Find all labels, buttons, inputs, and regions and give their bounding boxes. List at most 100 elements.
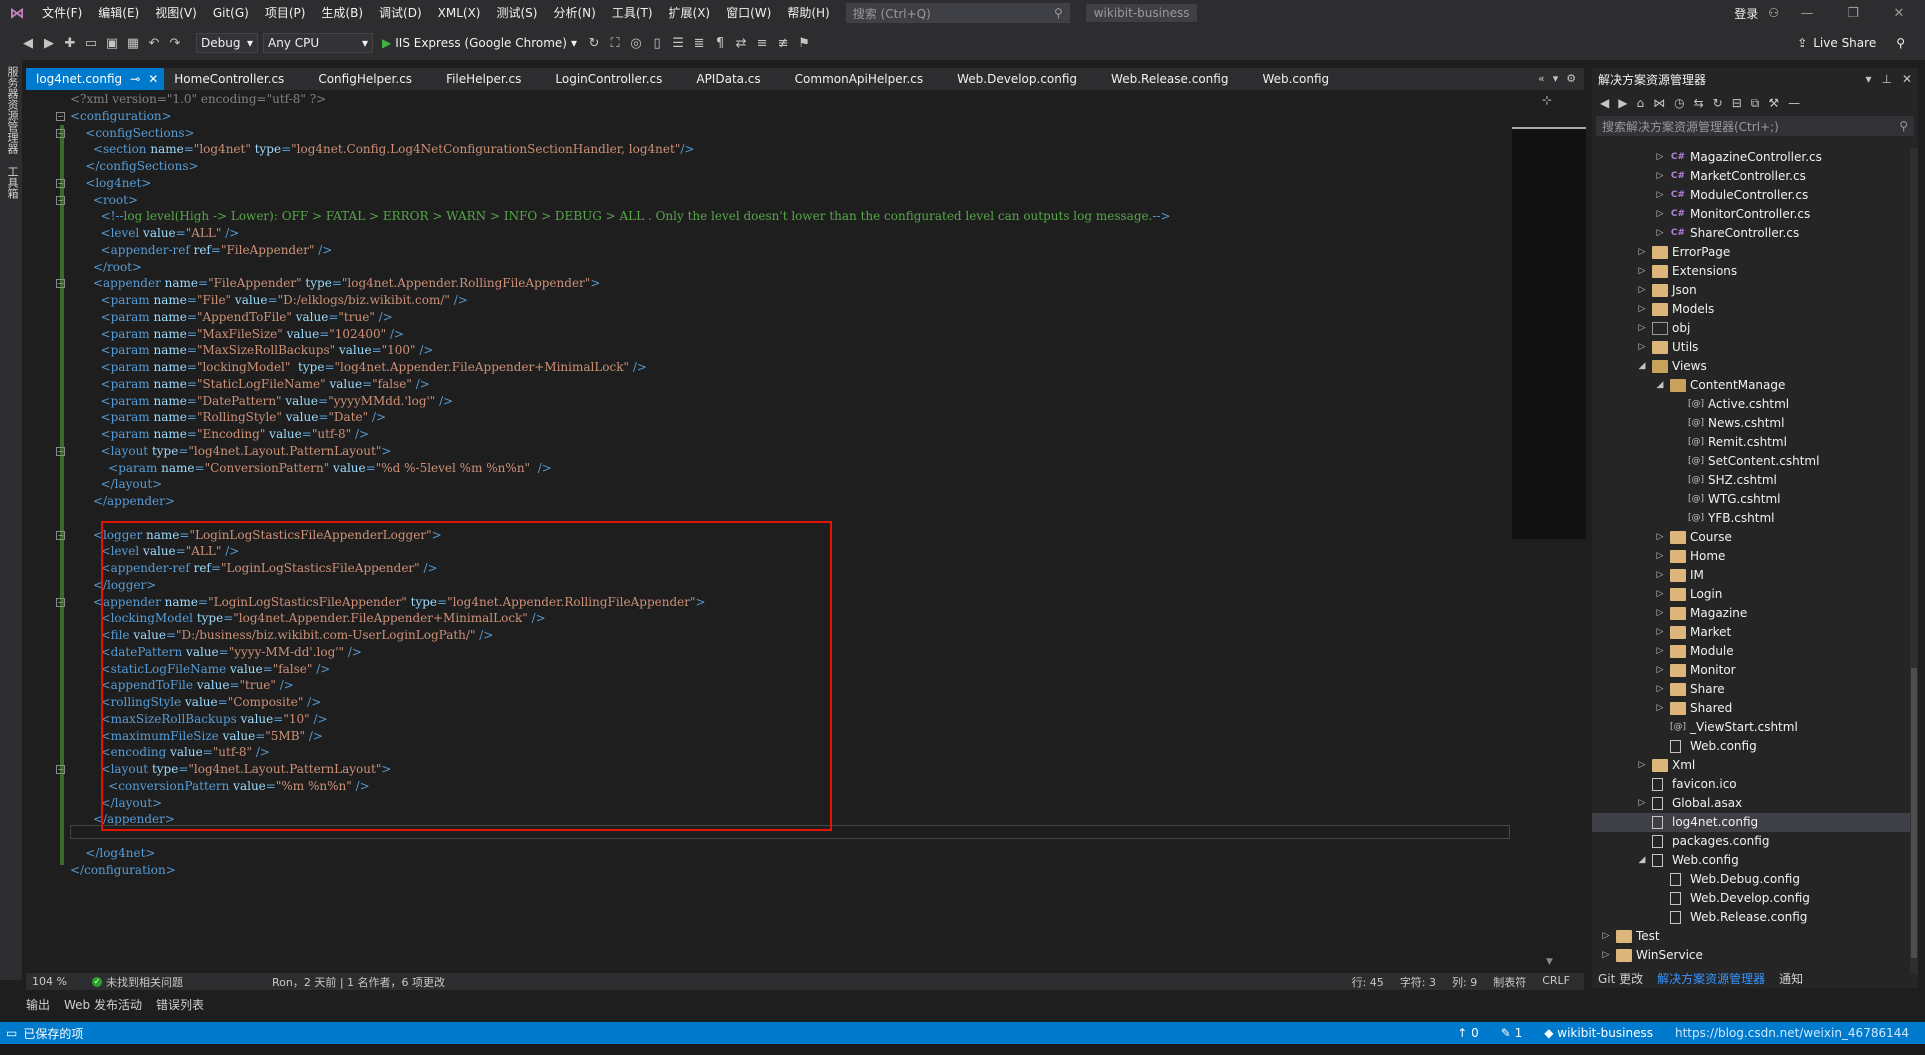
- collapsed-arrow-icon[interactable]: ▷: [1654, 148, 1666, 167]
- tree-item[interactable]: ▷ Extensions: [1592, 262, 1910, 281]
- tree-item[interactable]: ▷ Models: [1592, 300, 1910, 319]
- solution-scrollbar[interactable]: [1910, 148, 1918, 974]
- collapsed-arrow-icon[interactable]: ▷: [1636, 319, 1648, 338]
- push-indicator[interactable]: ↑ 0: [1457, 1026, 1479, 1040]
- collapsed-arrow-icon[interactable]: ▷: [1636, 300, 1648, 319]
- collapsed-arrow-icon[interactable]: ▷: [1654, 604, 1666, 623]
- tree-item[interactable]: [@] SHZ.cshtml: [1592, 471, 1910, 490]
- tab-list-icon[interactable]: ▾: [1553, 72, 1559, 85]
- uncomment-icon[interactable]: ≢: [775, 35, 791, 51]
- tree-item[interactable]: ▷ obj: [1592, 319, 1910, 338]
- fold-toggle-icon[interactable]: −: [56, 195, 65, 205]
- tree-item[interactable]: ▷ Monitor: [1592, 661, 1910, 680]
- tree-item[interactable]: ▷ Share: [1592, 680, 1910, 699]
- undo-icon[interactable]: ↶: [146, 35, 162, 51]
- close-icon[interactable]: ✕: [1902, 72, 1912, 86]
- platform-dropdown[interactable]: Any CPU ▾: [263, 33, 373, 53]
- fold-toggle-icon[interactable]: −: [56, 530, 65, 540]
- format-icon[interactable]: ¶: [712, 35, 728, 51]
- scrollbar-thumb[interactable]: [1911, 668, 1917, 958]
- tree-item[interactable]: ◢ ContentManage: [1592, 376, 1910, 395]
- changes-indicator[interactable]: ✎ 1: [1501, 1026, 1523, 1040]
- collapsed-arrow-icon[interactable]: ▷: [1654, 623, 1666, 642]
- sync-icon[interactable]: ⇆: [1694, 96, 1704, 110]
- tree-item[interactable]: Web.config: [1592, 737, 1910, 756]
- zoom-level[interactable]: 104 %: [26, 975, 92, 988]
- run-button[interactable]: ▶ IIS Express (Google Chrome) ▾: [378, 36, 581, 50]
- collapse-all-icon[interactable]: ⊟: [1732, 96, 1742, 110]
- tab-notifications[interactable]: 通知: [1779, 970, 1803, 988]
- collapsed-arrow-icon[interactable]: ▷: [1636, 243, 1648, 262]
- collapsed-arrow-icon[interactable]: ▷: [1654, 205, 1666, 224]
- redo-icon[interactable]: ↷: [167, 35, 183, 51]
- tree-item[interactable]: ▷ C# MagazineController.cs: [1592, 148, 1910, 167]
- tree-item[interactable]: ▷ Xml: [1592, 756, 1910, 775]
- refresh-icon[interactable]: ↻: [586, 35, 602, 51]
- bookmark-icon[interactable]: ⚑: [796, 35, 812, 51]
- tree-item[interactable]: ▷ Module: [1592, 642, 1910, 661]
- menu-item[interactable]: 文件(F): [34, 0, 90, 26]
- expanded-arrow-icon[interactable]: ◢: [1636, 851, 1648, 870]
- menu-item[interactable]: 生成(B): [313, 0, 371, 26]
- menu-item[interactable]: 工具(T): [604, 0, 661, 26]
- menu-item[interactable]: 扩展(X): [661, 0, 719, 26]
- tab-solution-explorer[interactable]: 解决方案资源管理器: [1657, 970, 1765, 988]
- collapsed-arrow-icon[interactable]: ▷: [1600, 927, 1612, 946]
- menu-item[interactable]: XML(X): [430, 0, 489, 26]
- tree-item[interactable]: ▷ Login: [1592, 585, 1910, 604]
- tree-item[interactable]: ▷ C# ModuleController.cs: [1592, 186, 1910, 205]
- user-icon[interactable]: ⚇: [1768, 6, 1779, 20]
- tree-item[interactable]: [@] Active.cshtml: [1592, 395, 1910, 414]
- menu-item[interactable]: 窗口(W): [718, 0, 779, 26]
- collapsed-arrow-icon[interactable]: ▷: [1636, 262, 1648, 281]
- tab-document[interactable]: LoginController.cs: [545, 68, 686, 90]
- tree-item[interactable]: Web.Release.config: [1592, 908, 1910, 927]
- menu-item[interactable]: 调试(D): [371, 0, 430, 26]
- tree-item[interactable]: ▷ C# MarketController.cs: [1592, 167, 1910, 186]
- configuration-dropdown[interactable]: Debug ▾: [196, 33, 258, 53]
- gear-icon[interactable]: ⚙: [1566, 72, 1576, 85]
- tree-item[interactable]: ▷ Utils: [1592, 338, 1910, 357]
- tree-item[interactable]: ▷ Shared: [1592, 699, 1910, 718]
- collapsed-arrow-icon[interactable]: ▷: [1654, 642, 1666, 661]
- tree-item[interactable]: favicon.ico: [1592, 775, 1910, 794]
- tree-item[interactable]: Web.Develop.config: [1592, 889, 1910, 908]
- collapsed-arrow-icon[interactable]: ▷: [1654, 699, 1666, 718]
- tab-error-list[interactable]: 错误列表: [156, 996, 204, 1013]
- home-icon[interactable]: ⌂: [1636, 96, 1644, 110]
- tab-git-changes[interactable]: Git 更改: [1598, 970, 1643, 988]
- tree-item[interactable]: [@] News.cshtml: [1592, 414, 1910, 433]
- server-explorer-tab[interactable]: 服务器资源管理器: [4, 60, 20, 160]
- login-link[interactable]: 登录: [1734, 5, 1758, 22]
- split-icon[interactable]: ⊹: [1542, 93, 1552, 107]
- tree-item[interactable]: [@] SetContent.cshtml: [1592, 452, 1910, 471]
- back-icon[interactable]: ◀: [1600, 96, 1609, 110]
- close-icon[interactable]: ✕: [148, 68, 158, 90]
- expanded-arrow-icon[interactable]: ◢: [1654, 376, 1666, 395]
- replace-icon[interactable]: ⇄: [733, 35, 749, 51]
- tree-item[interactable]: log4net.config: [1592, 813, 1910, 832]
- menu-item[interactable]: 分析(N): [545, 0, 603, 26]
- toolbox-tab[interactable]: 工具箱: [4, 160, 20, 205]
- tree-item[interactable]: [@] WTG.cshtml: [1592, 490, 1910, 509]
- outline-icon[interactable]: ☰: [670, 35, 686, 51]
- menu-item[interactable]: 测试(S): [488, 0, 545, 26]
- list-icon[interactable]: ≣: [691, 35, 707, 51]
- collapsed-arrow-icon[interactable]: ▷: [1654, 167, 1666, 186]
- collapsed-arrow-icon[interactable]: ▷: [1600, 946, 1612, 965]
- collapsed-arrow-icon[interactable]: ▷: [1636, 281, 1648, 300]
- tab-document[interactable]: ConfigHelper.cs: [308, 68, 436, 90]
- tab-document[interactable]: Web.Release.config: [1101, 68, 1252, 90]
- dropdown-icon[interactable]: ▾: [1865, 72, 1871, 86]
- tab-document[interactable]: log4net.config ⊸ ✕: [26, 68, 165, 90]
- search-input[interactable]: 搜索 (Ctrl+Q) ⚲: [845, 3, 1070, 23]
- forward-icon[interactable]: ▶: [41, 35, 57, 51]
- back-icon[interactable]: ◀: [20, 35, 36, 51]
- pin-icon[interactable]: ⊸: [130, 68, 140, 90]
- tree-item[interactable]: ▷ IM: [1592, 566, 1910, 585]
- tree-item[interactable]: ▷ Global.asax: [1592, 794, 1910, 813]
- properties-icon[interactable]: ⚒: [1768, 96, 1779, 110]
- minimize-button[interactable]: —: [1789, 6, 1825, 21]
- tab-document[interactable]: CommonApiHelper.cs: [785, 68, 947, 90]
- minimap-viewport[interactable]: [1512, 127, 1586, 539]
